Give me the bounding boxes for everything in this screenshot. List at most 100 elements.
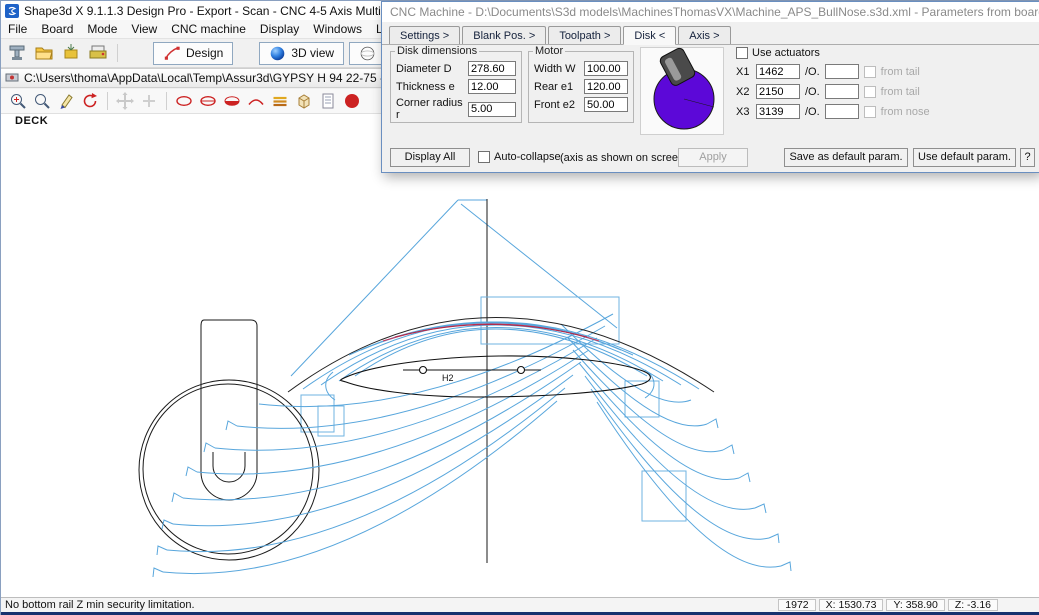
rail-ellipse-icon[interactable] — [174, 91, 194, 111]
axis-note: (axis as shown on screen) — [560, 152, 688, 164]
tab-settings[interactable]: Settings > — [389, 26, 460, 44]
plan-circle-icon — [359, 45, 376, 62]
x3-divider: /O. — [805, 106, 820, 118]
document-icon — [5, 71, 19, 85]
apply-button: Apply — [678, 148, 748, 167]
reference-rects — [301, 297, 686, 521]
menu-windows[interactable]: Windows — [306, 20, 369, 38]
zoom-window-icon[interactable] — [32, 91, 52, 111]
x1-offset-input[interactable] — [825, 64, 859, 79]
design-canvas[interactable]: DECK — [1, 113, 1039, 597]
blank-box-icon[interactable] — [294, 91, 314, 111]
toolpath-fan-left — [153, 314, 613, 577]
statusbar: No bottom rail Z min security limitation… — [1, 597, 1039, 612]
zoom-in-icon[interactable] — [8, 91, 28, 111]
x1-from-tail-checkbox — [864, 66, 876, 78]
x3-from-nose-label: from nose — [881, 106, 930, 118]
x2-from-tail-checkbox — [864, 86, 876, 98]
status-coord-y: Y: 358.90 — [886, 599, 944, 611]
motor-front-label: Front e2 — [534, 99, 575, 111]
auto-collapse-checkbox[interactable] — [478, 151, 490, 163]
auto-collapse-label: Auto-collapse — [494, 151, 561, 163]
dialog-titlebar: CNC Machine - D:\Documents\S3d models\Ma… — [382, 2, 1039, 22]
motor-width-label: Width W — [534, 63, 576, 75]
cross-disabled-icon — [139, 91, 159, 111]
corner-radius-label: Corner radius r — [396, 97, 468, 121]
red-circle-icon[interactable] — [342, 91, 362, 111]
guide-lines — [291, 200, 617, 376]
x3-input[interactable] — [756, 104, 800, 119]
notes-icon[interactable] — [318, 91, 338, 111]
view-3d-button[interactable]: 3D view — [259, 42, 344, 65]
x3-label: X3 — [736, 106, 751, 118]
toolbar-separator — [107, 92, 108, 110]
diameter-label: Diameter D — [396, 63, 452, 75]
menu-display[interactable]: Display — [253, 20, 306, 38]
menu-board[interactable]: Board — [34, 20, 80, 38]
app-logo-icon — [5, 4, 19, 18]
x1-label: X1 — [736, 66, 751, 78]
edit-pen-icon[interactable] — [56, 91, 76, 111]
motor-legend: Motor — [533, 45, 565, 57]
view-3d-button-label: 3D view — [291, 46, 334, 60]
dialog-footer: Display All Auto-collapse (axis as shown… — [382, 148, 1039, 172]
x2-label: X2 — [736, 86, 751, 98]
menu-mode[interactable]: Mode — [80, 20, 124, 38]
x2-from-tail-label: from tail — [881, 86, 920, 98]
motor-front-input[interactable] — [584, 97, 628, 112]
rocker-arc-icon[interactable] — [246, 91, 266, 111]
actuator-row-x2: X2 /O. from tail — [736, 84, 930, 99]
tab-toolpath[interactable]: Toolpath > — [548, 26, 621, 44]
tab-axis[interactable]: Axis > — [678, 26, 730, 44]
tab-disk[interactable]: Disk < — [623, 26, 676, 45]
x3-from-nose-checkbox — [864, 106, 876, 118]
design-curve-icon — [163, 44, 181, 62]
app-window: Shape3d X 9.1.1.3 Design Pro - Export - … — [0, 0, 1039, 615]
rail-half-ellipse-icon[interactable] — [222, 91, 242, 111]
use-actuators-label: Use actuators — [752, 47, 820, 59]
rotate-view-icon[interactable] — [80, 91, 100, 111]
motor-rear-label: Rear e1 — [534, 81, 573, 93]
menu-cnc-machine[interactable]: CNC machine — [164, 20, 253, 38]
menu-view[interactable]: View — [124, 20, 164, 38]
press-tool-icon[interactable] — [6, 42, 28, 64]
status-coord-z: Z: -3.16 — [948, 599, 998, 611]
layers-icon[interactable] — [270, 91, 290, 111]
status-coord-x: X: 1530.73 — [819, 599, 884, 611]
corner-radius-input[interactable] — [468, 102, 516, 117]
dialog-title: CNC Machine - D:\Documents\S3d models\Ma… — [390, 5, 1039, 19]
rail-ellipse-chord-icon[interactable] — [198, 91, 218, 111]
use-default-button[interactable]: Use default param. — [913, 148, 1016, 167]
x2-offset-input[interactable] — [825, 84, 859, 99]
use-actuators-checkbox[interactable] — [736, 47, 748, 59]
help-button[interactable]: ? — [1020, 148, 1035, 167]
export-icon[interactable] — [60, 42, 82, 64]
menu-file[interactable]: File — [1, 20, 34, 38]
x3-offset-input[interactable] — [825, 104, 859, 119]
h2-measure-label: H2 — [442, 373, 454, 383]
print-scan-icon[interactable] — [87, 42, 109, 64]
cutter-disk-outline — [139, 320, 319, 560]
save-default-button[interactable]: Save as default param. — [784, 148, 908, 167]
status-message: No bottom rail Z min security limitation… — [1, 599, 195, 611]
status-counter: 1972 — [778, 599, 815, 611]
dialog-tabs: Settings > Blank Pos. > Toolpath > Disk … — [382, 22, 1039, 45]
x1-divider: /O. — [805, 66, 820, 78]
actuator-row-x1: X1 /O. from tail — [736, 64, 930, 79]
actuators-section: Use actuators X1 /O. from tail X2 /O. — [736, 47, 930, 119]
x2-input[interactable] — [756, 84, 800, 99]
display-all-button[interactable]: Display All — [390, 148, 470, 167]
diameter-input[interactable] — [468, 61, 516, 76]
auto-collapse-field: Auto-collapse — [478, 151, 561, 163]
motor-rear-input[interactable] — [584, 79, 628, 94]
design-button-label: Design — [186, 46, 223, 60]
board-outline — [340, 356, 650, 397]
thickness-input[interactable] — [468, 79, 516, 94]
disk-preview-image — [640, 47, 724, 135]
tab-blank-pos[interactable]: Blank Pos. > — [462, 26, 546, 44]
motor-width-input[interactable] — [584, 61, 628, 76]
x1-from-tail-label: from tail — [881, 66, 920, 78]
x1-input[interactable] — [756, 64, 800, 79]
design-button[interactable]: Design — [153, 42, 233, 65]
open-folder-icon[interactable] — [33, 42, 55, 64]
